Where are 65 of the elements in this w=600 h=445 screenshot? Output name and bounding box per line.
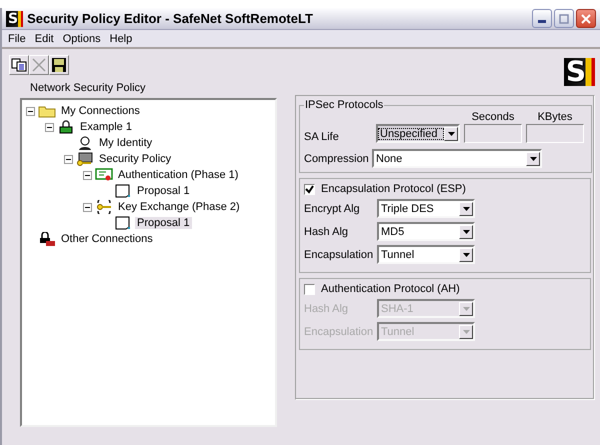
folder-icon [38, 104, 56, 118]
tree-item[interactable]: Other Connections [59, 233, 155, 245]
panel-label: Network Security Policy [29, 81, 147, 96]
field-label: Compression [304, 152, 370, 164]
checkbox[interactable] [304, 184, 315, 194]
copy-button[interactable] [9, 55, 29, 75]
tree-item[interactable]: My Identity [97, 137, 154, 149]
document-icon [114, 216, 132, 230]
lock-icon [38, 232, 56, 246]
certificate-icon [95, 168, 113, 182]
dropdown[interactable]: Triple DES [377, 199, 475, 218]
column-label: Seconds [472, 111, 514, 123]
caret-icon [530, 156, 536, 160]
field-label: Hash Alg [304, 302, 350, 314]
compression-dropdown[interactable]: None [372, 149, 542, 168]
menu-item[interactable]: Edit [34, 32, 54, 44]
minimize-icon [538, 20, 546, 23]
collapse-toggle[interactable] [64, 154, 73, 164]
brand-logo: S [564, 58, 595, 86]
seconds-field[interactable] [464, 124, 522, 143]
app-logo: S [6, 10, 24, 26]
kbytes-field[interactable] [526, 124, 584, 143]
menu-item[interactable]: Help [110, 32, 132, 44]
caret-icon [462, 306, 470, 310]
collapse-toggle[interactable] [26, 106, 35, 116]
tree-item[interactable]: Security Policy [97, 153, 174, 165]
maximize-icon [559, 14, 569, 24]
person-icon [76, 136, 94, 150]
caret-icon [448, 132, 454, 136]
dropdown[interactable]: MD5 [377, 222, 475, 241]
collapse-toggle[interactable] [83, 202, 92, 212]
field-label: SA Life [304, 131, 340, 143]
field-label: Encapsulation [304, 326, 374, 338]
caret-icon [462, 206, 470, 210]
menu-item[interactable]: File [8, 32, 26, 44]
caret-icon [462, 252, 470, 256]
window-title: Security Policy Editor - SafeNet SoftRemoteLT [27, 11, 314, 26]
tree-item[interactable]: Example 1 [78, 121, 134, 133]
tree-item[interactable]: Proposal 1 [135, 185, 192, 197]
menu-item[interactable]: Options [62, 32, 101, 44]
lock-icon [57, 120, 75, 134]
caret-icon [462, 230, 470, 234]
close-icon [581, 14, 591, 24]
close-button[interactable] [576, 9, 596, 28]
tree-item[interactable]: Proposal 1 [135, 217, 192, 229]
column-label: KBytes [538, 111, 572, 123]
minimize-button[interactable] [532, 9, 552, 28]
checkbox[interactable] [304, 284, 315, 294]
checkbox-label: Encapsulation Protocol (ESP) [321, 183, 466, 195]
document-icon [114, 184, 132, 198]
tree-item[interactable]: Authentication (Phase 1) [116, 169, 240, 181]
field-label: Encrypt Alg [304, 202, 361, 214]
key-exchange-icon [95, 200, 113, 214]
dropdown[interactable]: Tunnel [377, 245, 475, 264]
field-label: Encapsulation [304, 248, 374, 260]
save-button[interactable] [49, 55, 69, 75]
caret-icon [462, 330, 470, 334]
field-label: Hash Alg [304, 226, 350, 238]
group-title: IPSec Protocols [304, 99, 384, 111]
key-folder-icon [76, 152, 94, 166]
checkbox-label: Authentication Protocol (AH) [321, 283, 460, 295]
collapse-toggle[interactable] [45, 122, 54, 132]
tree-item[interactable]: Key Exchange (Phase 2) [116, 201, 242, 213]
collapse-toggle[interactable] [83, 170, 92, 180]
tree-item[interactable]: My Connections [59, 105, 142, 117]
